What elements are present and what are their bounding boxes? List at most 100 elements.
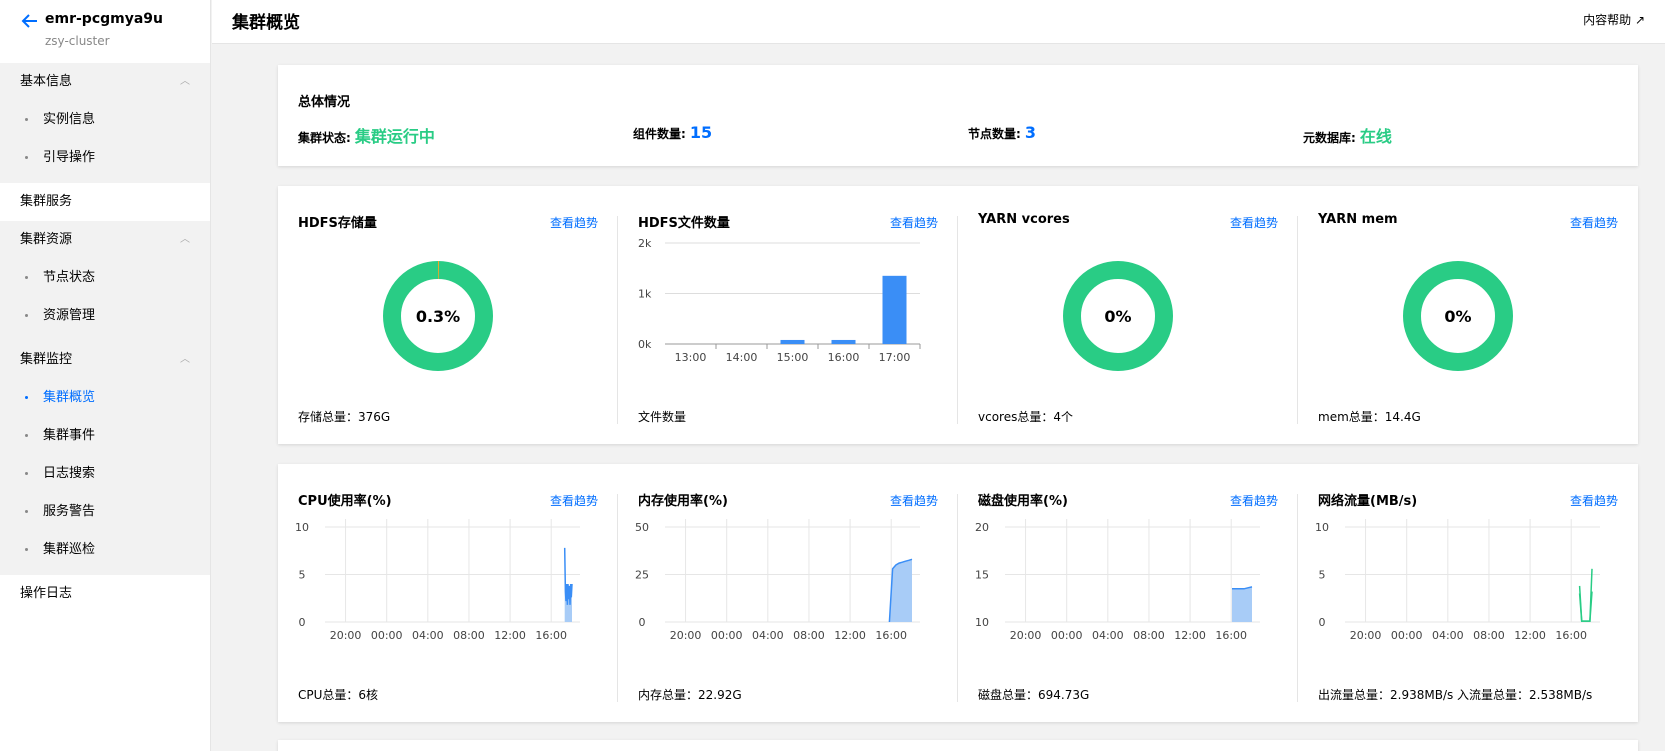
y-tick-label: 5: [1319, 569, 1326, 582]
back-arrow-icon[interactable]: [20, 11, 40, 31]
x-tick-label: 20:00: [1350, 629, 1382, 642]
y-tick-label: 15: [975, 569, 989, 582]
x-tick-label: 08:00: [453, 629, 485, 642]
donut-center-label: 0%: [1104, 307, 1131, 326]
panel-footer: 磁盘总量：694.73G: [978, 688, 1090, 702]
component-count-label: 组件数量:: [633, 127, 686, 141]
nav-item-cluster-events[interactable]: 集群事件: [0, 417, 210, 455]
donut-center-label: 0.3%: [416, 307, 460, 326]
bullet-icon: [25, 396, 28, 399]
nav-group-label: 基本信息: [20, 74, 73, 89]
nav-item-bootstrap[interactable]: 引导操作: [0, 139, 210, 177]
help-link[interactable]: 内容帮助 ↗: [1583, 11, 1645, 28]
bullet-icon: [25, 548, 28, 551]
x-tick-label: 16:00: [1555, 629, 1587, 642]
nav-item-operation-log[interactable]: 操作日志: [0, 575, 210, 613]
bullet-icon: [25, 314, 28, 317]
bullet-icon: [25, 472, 28, 475]
nav-group-label: 集群资源: [20, 232, 73, 247]
component-count-value: 15: [689, 123, 713, 142]
nav-group-basic: 基本信息 ︿ 实例信息 引导操作: [0, 63, 210, 183]
x-tick-label: 12:00: [494, 629, 526, 642]
nav-item-service-alerts[interactable]: 服务警告: [0, 493, 210, 531]
hdfs-storage-donut: 0.3%: [383, 261, 493, 371]
panel-footer: 存储总量：376G: [298, 410, 391, 424]
network-traffic-chart: 0 5 10 20:00 00:00 04:00 08:00 12:00 16:00: [1315, 519, 1600, 642]
panel-footer: 内存总量：22.92G: [638, 688, 742, 702]
chevron-up-icon: ︿: [180, 234, 190, 245]
summary-card: 总体情况 集群状态: 集群运行中 组件数量: 15 节点数量: 3 元数据库: 在线: [278, 65, 1638, 166]
panel-yarn-vcores: YARN vcores 查看趋势 0% vcores总量：4个: [958, 186, 1298, 444]
panel-memory: 内存使用率(%) 查看趋势 0 25 50 20:00 00:00 04:00 08:00 1…: [618, 464, 958, 722]
storage-card: HDFS存储量 查看趋势 0.3% 存储总量：376G HDFS文件数量 查看趋…: [278, 186, 1638, 444]
x-tick-label: 00:00: [1391, 629, 1423, 642]
y-tick-label: 0: [639, 616, 646, 629]
y-tick-label: 50: [635, 521, 649, 534]
y-tick-label: 2k: [638, 237, 652, 250]
nav-item-cluster-services[interactable]: 集群服务: [0, 183, 210, 221]
nav-item-label: 节点状态: [43, 270, 96, 285]
memory-usage-chart: 0 25 50 20:00 00:00 04:00 08:00 12:00 16:00: [635, 519, 920, 642]
donut-center-label: 0%: [1444, 307, 1471, 326]
sidebar-header: emr-pcgmya9u zsy-cluster: [0, 0, 210, 63]
nav-group-title-resources[interactable]: 集群资源 ︿: [0, 221, 210, 259]
y-tick-label: 20: [975, 521, 989, 534]
metadb-status: 元数据库: 在线: [1303, 123, 1392, 147]
x-tick-label: 00:00: [371, 629, 403, 642]
x-tick-label: 00:00: [711, 629, 743, 642]
nav-item-label: 引导操作: [43, 150, 96, 165]
panel-disk: 磁盘使用率(%) 查看趋势 10 15 20 20:00 00:00 04:00 08:00…: [958, 464, 1298, 722]
x-tick-label: 08:00: [1473, 629, 1505, 642]
y-tick-label: 5: [299, 569, 306, 582]
x-tick-label: 16:00: [535, 629, 567, 642]
nav-item-resource-management[interactable]: 资源管理: [0, 297, 210, 335]
external-link-icon: ↗: [1634, 13, 1645, 27]
nav-item-log-search[interactable]: 日志搜索: [0, 455, 210, 493]
nav-item-label: 实例信息: [43, 112, 96, 127]
x-tick-label: 04:00: [752, 629, 784, 642]
nav-group-label: 集群监控: [20, 352, 73, 367]
bar: [831, 339, 856, 344]
disk-usage-chart: 10 15 20 20:00 00:00 04:00 08:00 12:00 16:00: [975, 519, 1260, 642]
cluster-name: zsy-cluster: [45, 34, 110, 48]
cluster-status-value: 集群运行中: [354, 127, 435, 146]
node-count-label: 节点数量:: [968, 127, 1021, 141]
x-tick-label: 12:00: [834, 629, 866, 642]
x-tick-label: 20:00: [330, 629, 362, 642]
panel-cpu: CPU使用率(%) 查看趋势 0 5 10 20:00 00:00 04:00 08:00 1…: [278, 464, 618, 722]
nav-item-cluster-overview[interactable]: 集群概览: [0, 379, 210, 417]
x-tick-label: 14:00: [726, 351, 758, 364]
yarn-vcores-donut: 0%: [1063, 261, 1173, 371]
nav-item-label: 集群事件: [43, 428, 96, 443]
x-tick-label: 15:00: [777, 351, 809, 364]
x-tick-label: 04:00: [412, 629, 444, 642]
component-count: 组件数量: 15: [633, 123, 712, 142]
x-tick-label: 17:00: [879, 351, 911, 364]
panel-yarn-mem: YARN mem 查看趋势 0% mem总量：14.4G: [1298, 186, 1638, 444]
node-count: 节点数量: 3: [968, 123, 1036, 142]
nav-group-title-monitoring[interactable]: 集群监控 ︿: [0, 341, 210, 379]
panel-footer: CPU总量：6核: [298, 688, 379, 702]
panel-footer: 出流量总量：2.938MB/s 入流量总量：2.538MB/s: [1318, 688, 1593, 702]
y-tick-label: 10: [295, 521, 309, 534]
x-tick-label: 04:00: [1092, 629, 1124, 642]
nav-item-node-status[interactable]: 节点状态: [0, 259, 210, 297]
cluster-status: 集群状态: 集群运行中: [298, 123, 435, 147]
y-tick-label: 0: [1319, 616, 1326, 629]
nav-item-instance-info[interactable]: 实例信息: [0, 101, 210, 139]
x-tick-label: 08:00: [1133, 629, 1165, 642]
x-tick-label: 13:00: [675, 351, 707, 364]
node-count-value: 3: [1024, 123, 1036, 142]
x-tick-label: 16:00: [828, 351, 860, 364]
hdfs-files-bar-chart: 0k 1k 2k 13:00 14:00 15:00 16:00 17:00: [638, 237, 921, 364]
y-tick-label: 0k: [638, 338, 652, 351]
panel-hdfs-storage: HDFS存储量 查看趋势 0.3% 存储总量：376G: [278, 186, 618, 444]
bar: [882, 275, 907, 344]
series-line: [563, 547, 573, 605]
x-tick-label: 16:00: [875, 629, 907, 642]
nav-group-title-basic[interactable]: 基本信息 ︿: [0, 63, 210, 101]
chevron-up-icon: ︿: [180, 76, 190, 87]
page-header: 集群概览 内容帮助 ↗: [212, 0, 1665, 44]
nav-item-cluster-inspection[interactable]: 集群巡检: [0, 531, 210, 569]
panel-footer: vcores总量：4个: [978, 410, 1073, 424]
